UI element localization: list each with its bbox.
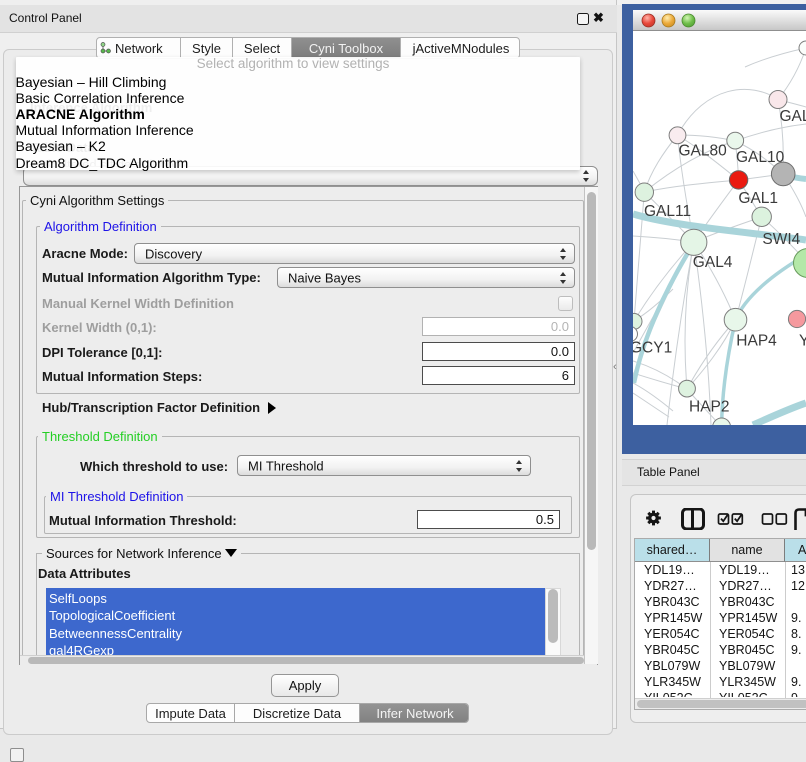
svg-text:GAL1: GAL1 [738, 190, 778, 207]
svg-text:GAL80: GAL80 [679, 143, 728, 160]
svg-text:GCY1: GCY1 [633, 340, 672, 357]
svg-text:HAP2: HAP2 [689, 399, 730, 416]
svg-text:GAL: GAL [780, 108, 806, 125]
svg-text:SWI4: SWI4 [762, 231, 800, 248]
svg-text:GAL11: GAL11 [644, 203, 691, 220]
svg-text:GAL4: GAL4 [693, 254, 733, 271]
svg-text:HAP4: HAP4 [736, 333, 777, 350]
svg-text:GAL10: GAL10 [736, 149, 785, 166]
svg-text:Y: Y [799, 333, 806, 350]
